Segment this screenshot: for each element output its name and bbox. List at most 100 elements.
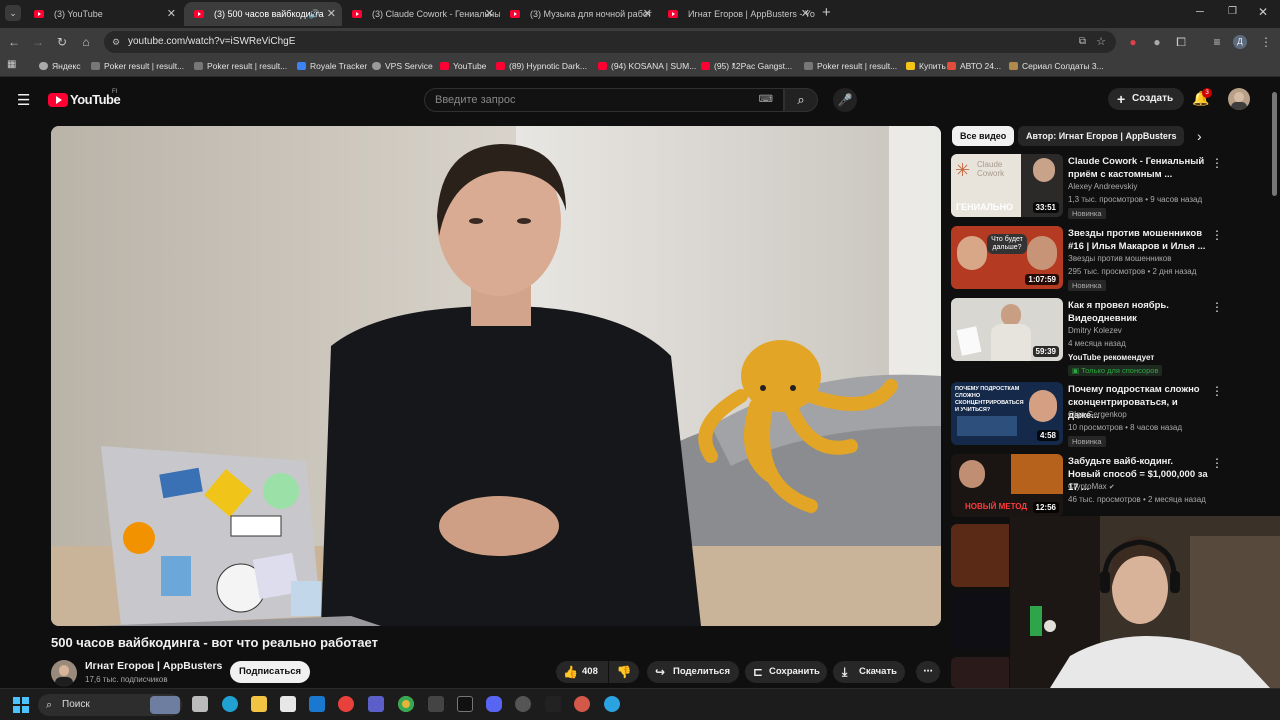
extensions-puzzle-icon[interactable]: ⧠	[1173, 33, 1189, 51]
bookmark-item[interactable]: Poker result | result...	[194, 59, 287, 73]
close-tab-icon[interactable]: ✕	[327, 2, 336, 26]
browser-tab-active[interactable]: (3) 500 часов вайбкодинга 🔊 ✕	[184, 2, 342, 26]
bookmark-item[interactable]: (89) Hypnotic Dark...	[496, 59, 587, 73]
video-thumbnail[interactable]: 59:39	[951, 298, 1063, 361]
site-info-icon[interactable]: ⚙	[112, 31, 120, 53]
browser-tab[interactable]: (3) Музыка для ночной работ ✕	[500, 2, 658, 26]
video-thumbnail[interactable]: ПОЧЕМУ ПОДРОСТКАМ СЛОЖНО СКОНЦЕНТРИРОВАТ…	[951, 382, 1063, 445]
teams-icon[interactable]	[368, 696, 384, 712]
chevron-right-icon[interactable]: ›	[1197, 128, 1202, 144]
speaker-icon[interactable]: 🔊	[309, 2, 320, 26]
yandex-browser-icon[interactable]	[338, 696, 354, 712]
video-thumbnail[interactable]	[951, 524, 1009, 587]
bookmark-item[interactable]: (95) 🕱2Pac Gangst...	[701, 59, 792, 73]
browser-menu-icon[interactable]: ⋮	[1258, 33, 1274, 51]
close-tab-icon[interactable]: ✕	[801, 2, 810, 26]
browser-tab[interactable]: (3) YouTube ✕	[24, 2, 182, 26]
app-icon[interactable]	[574, 696, 590, 712]
bookmark-item[interactable]: Poker result | result...	[804, 59, 897, 73]
bookmark-item[interactable]: Яндекс	[39, 59, 81, 73]
hamburger-menu-icon[interactable]: ☰	[17, 91, 30, 109]
minimize-icon[interactable]: ─	[1196, 6, 1204, 18]
download-button[interactable]: ⤓ Скачать	[833, 661, 905, 683]
bookmark-item[interactable]: Сериал Солдаты 3...	[1009, 59, 1104, 73]
bookmark-item[interactable]: YouTube	[440, 59, 486, 73]
store-icon[interactable]	[280, 696, 296, 712]
app-icon[interactable]	[545, 696, 561, 712]
keyboard-icon[interactable]: ⌨	[759, 89, 773, 111]
channel-name[interactable]: Игнат Егоров | AppBusters	[85, 660, 222, 672]
recommendation-author[interactable]: Olga Gergenkop	[1068, 410, 1127, 419]
video-thumbnail[interactable]: ✳ Claude Cowork ГЕНИАЛЬНО 33:51	[951, 154, 1063, 217]
subscribe-button[interactable]: Подписаться	[230, 661, 310, 683]
video-player[interactable]	[51, 126, 941, 626]
new-tab-button[interactable]: +	[822, 4, 831, 21]
more-vertical-icon[interactable]: ⋮	[1211, 456, 1223, 470]
telegram-icon[interactable]	[604, 696, 620, 712]
bookmark-item[interactable]: (94) KOSANA | SUM...	[598, 59, 696, 73]
file-explorer-icon[interactable]	[251, 696, 267, 712]
bookmark-item[interactable]: Купить	[906, 59, 946, 73]
search-input[interactable]: Введите запрос ⌨	[424, 88, 784, 112]
more-vertical-icon[interactable]: ⋮	[1211, 300, 1223, 314]
reload-icon[interactable]: ↻	[54, 33, 70, 51]
video-thumbnail[interactable]	[951, 657, 1009, 688]
install-app-icon[interactable]: ⧉	[1079, 31, 1086, 53]
taskbar-search[interactable]: ⌕ Поиск	[38, 694, 182, 716]
close-window-icon[interactable]: ✕	[1258, 5, 1268, 19]
chip-all-videos[interactable]: Все видео	[952, 126, 1015, 146]
dislike-button[interactable]: 👎	[609, 661, 639, 683]
save-button[interactable]: ⊏ Сохранить	[745, 661, 827, 683]
more-actions-button[interactable]: ⋯	[916, 661, 940, 683]
profile-avatar[interactable]: Д	[1233, 35, 1247, 49]
terminal-icon[interactable]	[457, 696, 473, 712]
create-button[interactable]: + Создать	[1108, 88, 1184, 110]
notifications-button[interactable]: 🔔 3	[1192, 88, 1212, 107]
extension-icon[interactable]: ●	[1149, 33, 1165, 51]
recommendation-author[interactable]: Alexey Andreevskiy	[1068, 182, 1137, 191]
channel-avatar[interactable]	[51, 660, 77, 686]
outlook-icon[interactable]	[309, 696, 325, 712]
address-bar[interactable]: ⚙ youtube.com/watch?v=iSWReViChgE ⧉ ☆	[104, 31, 1116, 53]
share-button[interactable]: ↪ Поделиться	[647, 661, 739, 683]
discord-icon[interactable]	[486, 696, 502, 712]
restore-icon[interactable]: ❐	[1228, 6, 1237, 17]
recommendation-item[interactable]: ✳ Claude Cowork ГЕНИАЛЬНО 33:51 Claude C…	[951, 154, 1271, 220]
recommendation-item[interactable]: Что будет дальше? 1:07:59 Звезды против …	[951, 226, 1271, 292]
video-thumbnail[interactable]: НОВЫЙ МЕТОД 12:56	[951, 454, 1063, 517]
page-scrollbar[interactable]	[1272, 92, 1277, 196]
bookmark-item[interactable]: Poker result | result...	[91, 59, 184, 73]
chrome-icon[interactable]	[398, 696, 414, 712]
bookmark-item[interactable]: Royale Tracker	[297, 59, 367, 73]
like-button[interactable]: 👍 408	[556, 661, 608, 683]
more-vertical-icon[interactable]: ⋮	[1211, 228, 1223, 242]
recommendation-item[interactable]: НОВЫЙ МЕТОД 12:56 Забудьте вайб-кодинг. …	[951, 454, 1271, 520]
recommendation-title[interactable]: Звезды против мошенников #16 | Илья Мака…	[1068, 227, 1208, 253]
recommendation-author[interactable]: Dmitry Kolezev	[1068, 326, 1122, 335]
edge-icon[interactable]	[222, 696, 238, 712]
forward-icon[interactable]: →	[30, 33, 46, 51]
home-icon[interactable]: ⌂	[78, 33, 94, 51]
recommendation-title[interactable]: Как я провел ноябрь. Видеодневник	[1068, 299, 1208, 325]
browser-tab[interactable]: Игнат Егоров | AppBusters - Yo ✕	[658, 2, 816, 26]
bookmark-item[interactable]: АВТО 24...	[947, 59, 1001, 73]
close-tab-icon[interactable]: ✕	[167, 2, 176, 26]
recommendation-author[interactable]: CryptoMax ✔	[1068, 482, 1115, 491]
tab-search-dropdown-button[interactable]: ⌄	[5, 5, 21, 21]
account-avatar[interactable]	[1228, 88, 1250, 110]
more-vertical-icon[interactable]: ⋮	[1211, 156, 1223, 170]
video-thumbnail[interactable]: Что будет дальше? 1:07:59	[951, 226, 1063, 289]
windows-start-icon[interactable]	[13, 697, 29, 713]
recommendation-author[interactable]: Звезды против мошенников	[1068, 254, 1171, 263]
close-tab-icon[interactable]: ✕	[643, 2, 652, 26]
chip-author[interactable]: Автор: Игнат Егоров | AppBusters	[1018, 126, 1185, 146]
back-icon[interactable]: ←	[6, 33, 22, 51]
video-thumbnail[interactable]	[951, 593, 1009, 649]
recommendation-title[interactable]: Claude Cowork - Гениальный приём с касто…	[1068, 155, 1208, 181]
more-vertical-icon[interactable]: ⋮	[1211, 384, 1223, 398]
recommendation-item[interactable]: 59:39 Как я провел ноябрь. Видеодневник …	[951, 298, 1271, 378]
recommendation-item[interactable]: ПОЧЕМУ ПОДРОСТКАМ СЛОЖНО СКОНЦЕНТРИРОВАТ…	[951, 382, 1271, 448]
bookmark-star-icon[interactable]: ☆	[1096, 31, 1106, 53]
apps-grid-icon[interactable]: ▦	[7, 59, 16, 70]
search-button[interactable]: ⌕	[784, 88, 818, 112]
